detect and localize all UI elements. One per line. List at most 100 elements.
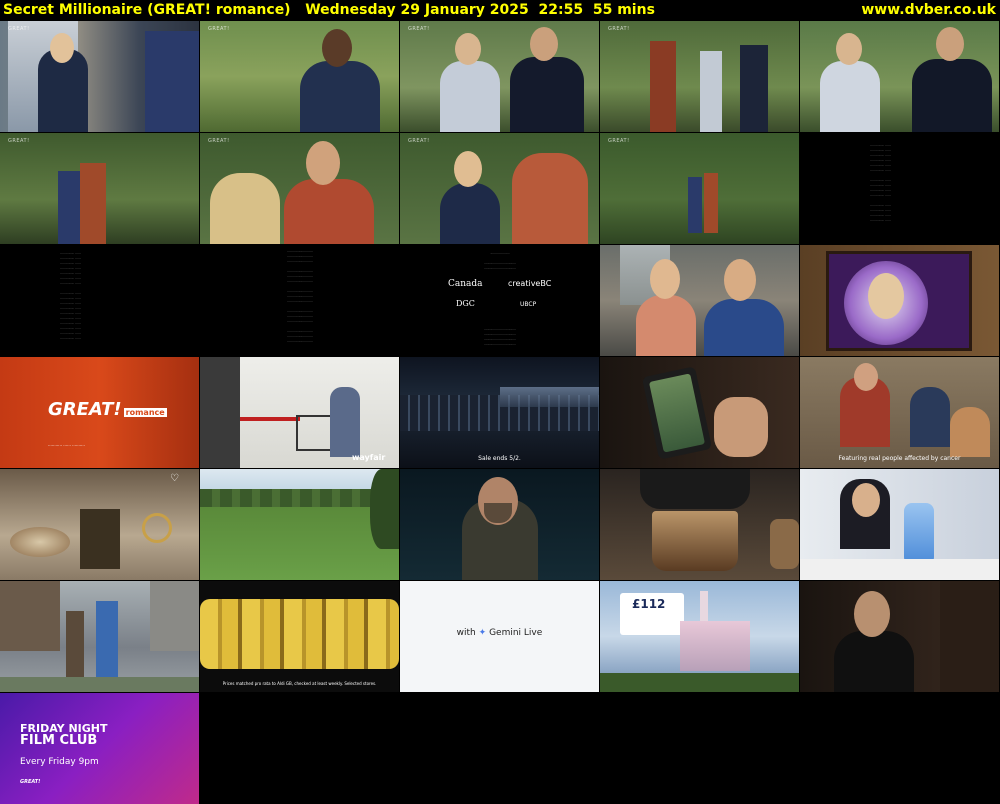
cinema-screen (500, 387, 599, 407)
header-bar: Secret Millionaire (GREAT! romance) Wedn… (0, 0, 1000, 20)
building-shape (150, 581, 199, 651)
cup-shape (770, 519, 799, 569)
channel-logo: GREAT! (208, 138, 230, 144)
thumbnail[interactable] (800, 469, 999, 580)
channel-logo: GREAT! (20, 779, 41, 785)
channel-logo: GREAT! (608, 26, 630, 32)
thumbnail[interactable] (800, 245, 999, 356)
thumbnail[interactable]: Prices matched pro rata to Aldi GB, chec… (200, 581, 399, 692)
beard-shape (484, 503, 512, 523)
thumbnail[interactable]: with ✦ Gemini Live (400, 581, 599, 692)
person-shape (650, 259, 680, 299)
person-shape (950, 407, 990, 457)
thumbnail[interactable] (800, 581, 999, 692)
person-shape (455, 33, 481, 65)
thumbnail[interactable]: GREAT! (400, 133, 599, 244)
bananas-caption: Prices matched pro rata to Aldi GB, chec… (222, 681, 377, 686)
coffee-machine (640, 469, 750, 509)
channel-logo: GREAT! (208, 26, 230, 32)
chair-shape (296, 415, 332, 451)
person-shape (284, 179, 374, 244)
film-club-schedule: Every Friday 9pm (20, 757, 99, 767)
person-shape (936, 27, 964, 61)
table-shape (800, 559, 999, 580)
thumbnail[interactable] (400, 469, 599, 580)
thumbnail[interactable]: GREAT! (200, 133, 399, 244)
thumbnail[interactable]: GREAT! (600, 21, 799, 132)
price-label: £112 (632, 597, 666, 611)
person-shape (200, 357, 240, 468)
great-logo: GREAT! romance (48, 399, 167, 420)
thumbnail[interactable] (600, 245, 799, 356)
thumbnail[interactable]: ········································… (400, 245, 599, 356)
thumbnail[interactable] (600, 469, 799, 580)
end-credits: ········································… (483, 327, 517, 346)
person-shape (724, 259, 756, 301)
person-shape (688, 177, 702, 233)
schedule-strip: ··········· ······ ·········· (48, 443, 85, 448)
thumbnail[interactable] (200, 469, 399, 580)
thumbnail[interactable]: ··············· ······ ··············· ··… (0, 245, 199, 356)
person-shape (322, 29, 352, 67)
thumbnail[interactable]: GREAT! (400, 21, 599, 132)
gemini-text: with ✦ Gemini Live (456, 628, 543, 638)
person-shape (704, 299, 784, 356)
person-shape (700, 51, 722, 132)
person-shape (910, 387, 950, 447)
thumbnail[interactable]: Featuring real people affected by cancer (800, 357, 999, 468)
broadcast-time: 22:55 (538, 2, 584, 18)
ground-shape (600, 673, 799, 692)
thumbnail[interactable] (800, 21, 999, 132)
thumbnail[interactable]: GREAT! (600, 133, 799, 244)
person-shape (66, 611, 84, 681)
thumbnail[interactable] (0, 581, 199, 692)
end-credits: ··············· ······ ··············· ··… (870, 143, 891, 222)
thumbnail[interactable]: wayfair (200, 357, 399, 468)
film-club-title: FRIDAY NIGHT FILM CLUB (20, 722, 108, 748)
person-shape (210, 173, 280, 244)
price-card: £112 (620, 593, 684, 635)
canada-logo: Canada (448, 279, 483, 289)
person-shape (306, 141, 340, 185)
person-shape (912, 59, 992, 132)
person-shape (454, 151, 482, 187)
thumbnail[interactable]: GREAT! (0, 133, 199, 244)
thumbnail[interactable]: GREAT! romance ··········· ······ ·······… (0, 357, 199, 468)
bananas-shape (200, 599, 399, 669)
person-shape (58, 171, 80, 244)
thumbnail[interactable]: ♡ (0, 469, 199, 580)
person-shape (440, 61, 500, 132)
thumbnail[interactable]: GREAT! (0, 21, 199, 132)
thumbnail[interactable]: ··············· ······ ··············· ··… (800, 133, 999, 244)
thumbnail[interactable]: Sale ends 5/2. (400, 357, 599, 468)
coffee-glass (652, 511, 738, 571)
thumbnail[interactable]: FRIDAY NIGHT FILM CLUB Every Friday 9pm … (0, 693, 199, 804)
person-shape (650, 41, 676, 132)
person-shape (704, 173, 718, 233)
end-credits: ··············· ······ ··············· ··… (60, 251, 81, 340)
creative-bc-logo: creativeBC (508, 279, 552, 288)
ground-shape (0, 677, 199, 692)
watch-shape (142, 513, 172, 543)
person-shape (50, 33, 74, 63)
site-link[interactable]: www.dvber.co.uk (861, 0, 996, 20)
thumbnail[interactable]: £112 (600, 581, 799, 692)
thumbnail[interactable]: ········································… (200, 245, 399, 356)
door-shape (940, 581, 999, 692)
person-shape (836, 33, 862, 65)
person-shape (854, 591, 890, 637)
person-shape (96, 601, 118, 681)
castle-body (680, 621, 750, 671)
person-shape (854, 363, 878, 391)
person-shape (440, 183, 500, 244)
hand-shape (714, 397, 768, 457)
thumbnail[interactable]: GREAT! (200, 21, 399, 132)
person-shape (145, 31, 199, 132)
thumbnail[interactable] (600, 357, 799, 468)
bowl-shape (10, 527, 70, 557)
person-shape (300, 61, 380, 132)
leash-shape (240, 417, 300, 421)
person-shape (530, 27, 558, 61)
end-credits: ········································… (483, 251, 517, 270)
programme-info: Secret Millionaire (GREAT! romance) Wedn… (3, 0, 655, 20)
